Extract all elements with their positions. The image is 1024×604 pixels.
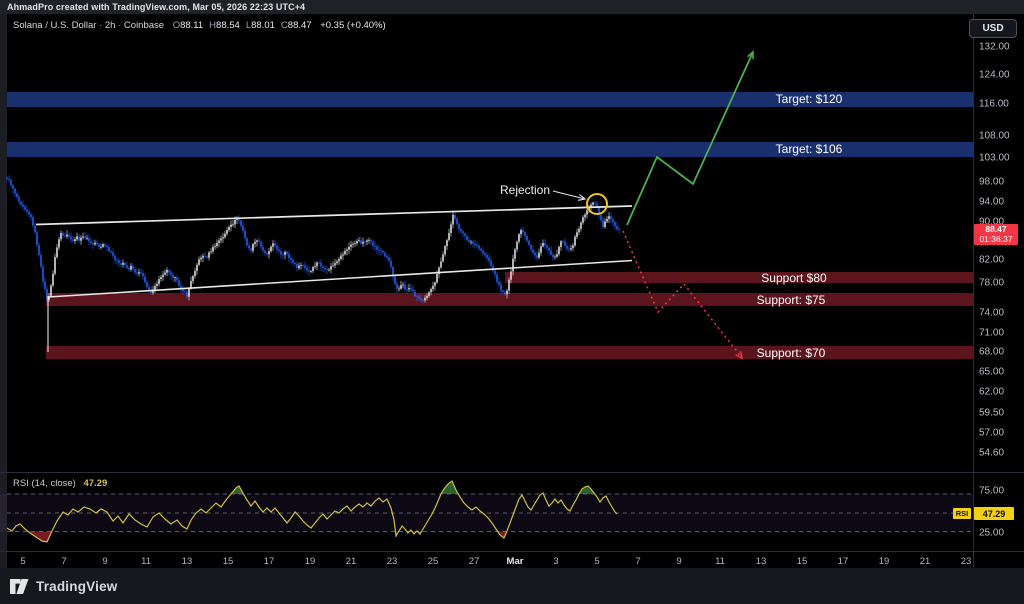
target-120-label: Target: $120 bbox=[739, 92, 879, 106]
last-price-badge: 88.47 01:36:37 bbox=[974, 224, 1018, 245]
currency-toggle-button[interactable]: USD bbox=[969, 19, 1017, 38]
target-106-label: Target: $106 bbox=[739, 142, 879, 156]
support-75-label: Support: $75 bbox=[721, 293, 861, 307]
ohlc-value: 88.01 bbox=[251, 20, 275, 31]
support-70-label: Support: $70 bbox=[721, 346, 861, 360]
support-80-label: Support $80 bbox=[724, 271, 864, 285]
price-change: +0.35 (+0.40%) bbox=[320, 20, 386, 31]
tradingview-logo-icon bbox=[10, 578, 29, 595]
ohlc-key: C bbox=[281, 20, 288, 31]
symbol-name: Solana / U.S. Dollar bbox=[13, 20, 96, 31]
chart-pane[interactable] bbox=[0, 0, 1024, 604]
ohlc-value: 88.54 bbox=[216, 20, 240, 31]
rsi-value: 47.29 bbox=[83, 478, 107, 489]
bar-countdown: 01:36:37 bbox=[974, 235, 1018, 245]
separator: · bbox=[96, 20, 104, 31]
attribution-bar: AhmadPro created with TradingView.com, M… bbox=[0, 0, 1024, 14]
ohlc-value: 88.11 bbox=[180, 20, 203, 31]
attribution-text: AhmadPro created with TradingView.com, M… bbox=[7, 2, 305, 12]
ohlc-key: O bbox=[173, 20, 180, 31]
rsi-indicator-title: RSI (14, close) 47.29 bbox=[13, 478, 107, 489]
tradingview-logo[interactable]: TradingView bbox=[10, 578, 117, 595]
rsi-title-text: RSI (14, close) bbox=[13, 478, 76, 489]
rejection-annotation-label: Rejection bbox=[500, 183, 550, 197]
rsi-axis-value-badge: 47.29 bbox=[974, 507, 1014, 520]
ohlc-value: 88.47 bbox=[288, 20, 312, 31]
ohlc-values: O88.11H88.54L88.01C88.47 bbox=[167, 20, 312, 31]
tradingview-logo-text: TradingView bbox=[36, 579, 117, 594]
footer-bar: TradingView bbox=[0, 568, 1024, 604]
symbol-ohlc-row: Solana / U.S. Dollar · 2h · Coinbase O88… bbox=[13, 20, 386, 31]
separator: · bbox=[115, 20, 123, 31]
timeframe: 2h bbox=[105, 20, 116, 31]
rsi-axis-badge: RSI bbox=[953, 508, 971, 519]
tradingview-snapshot: AhmadPro created with TradingView.com, M… bbox=[0, 0, 1024, 604]
exchange: Coinbase bbox=[124, 20, 164, 31]
